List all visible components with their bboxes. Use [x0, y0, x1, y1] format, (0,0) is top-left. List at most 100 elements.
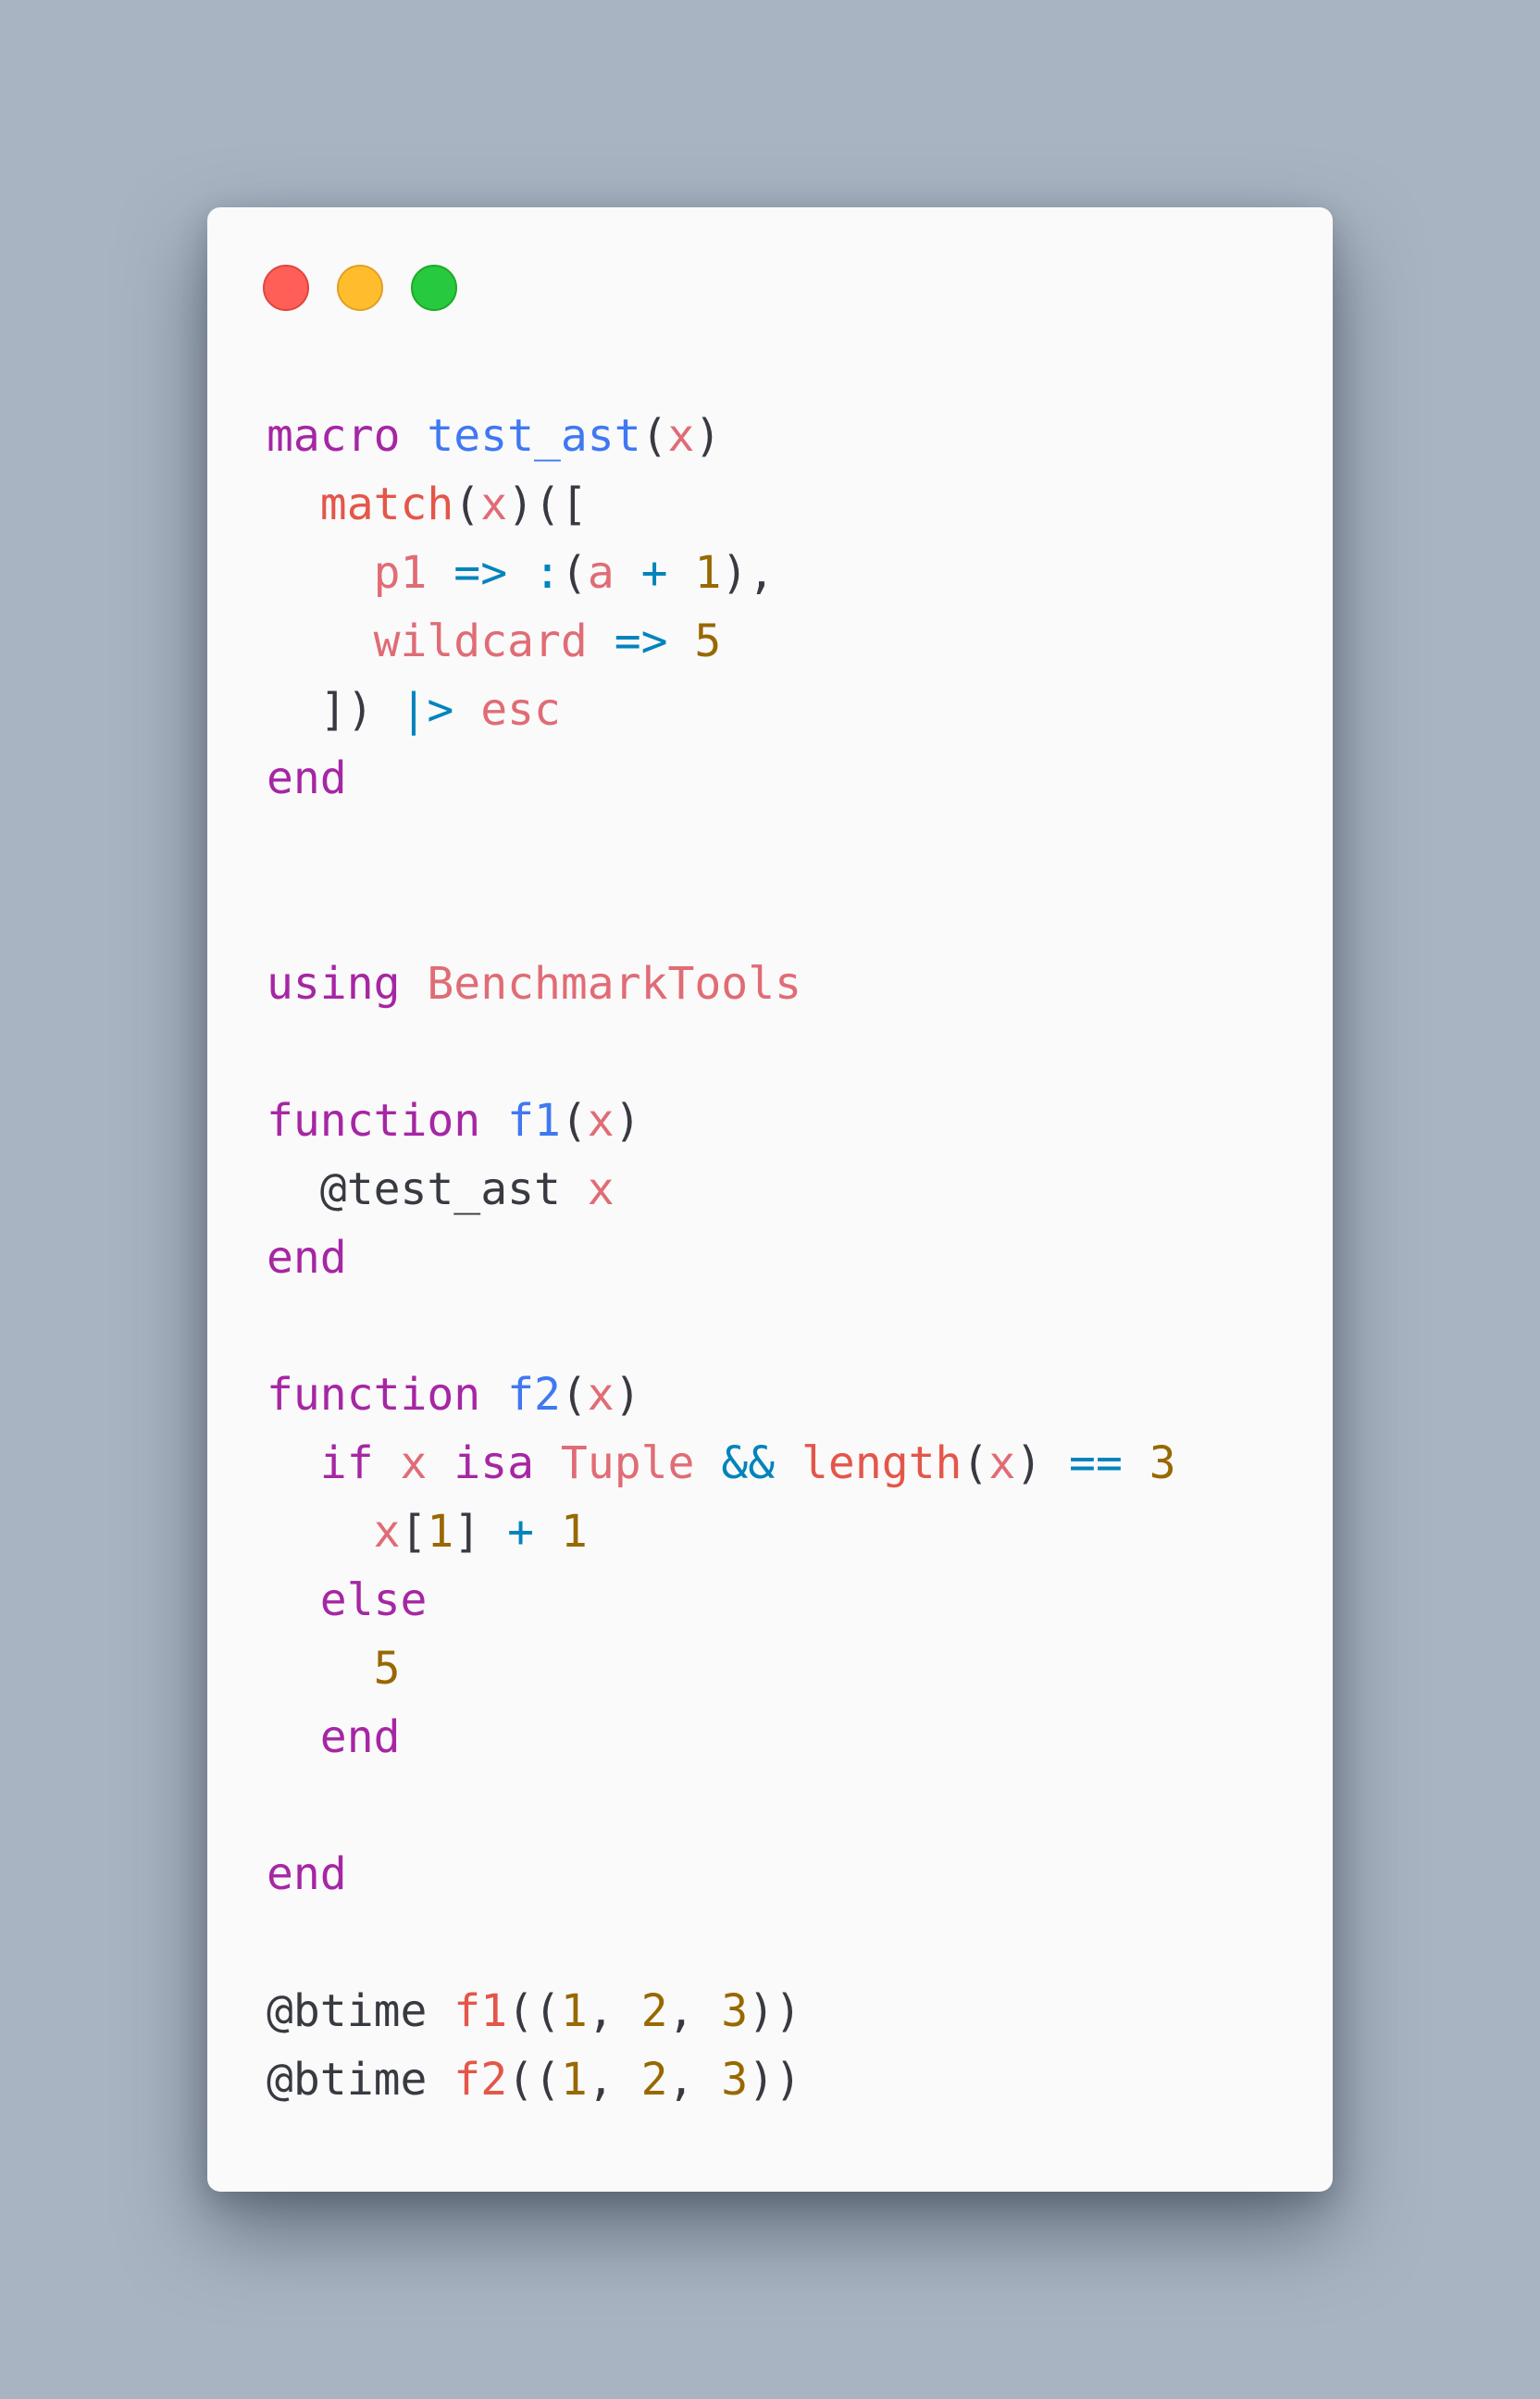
- code-block: macro test_ast(x) match(x)([ p1 => :(a +…: [267, 402, 1176, 2114]
- code-token: if: [319, 1437, 374, 1489]
- code-token: &&: [721, 1437, 776, 1489]
- code-token: 1: [694, 547, 722, 599]
- code-token: (: [560, 1095, 588, 1147]
- code-token: x: [587, 1369, 615, 1421]
- code-token: ): [1015, 1437, 1043, 1489]
- code-token: )): [748, 2054, 801, 2106]
- code-token: +: [507, 1506, 535, 1558]
- code-token: function: [267, 1369, 481, 1421]
- close-control[interactable]: [263, 265, 309, 311]
- code-token: ): [614, 1369, 641, 1421]
- code-line: end: [267, 1840, 1176, 1908]
- code-token: ): [694, 410, 722, 462]
- code-token: 1: [560, 2054, 588, 2106]
- code-token: using: [267, 958, 401, 1010]
- code-line: wildcard => 5: [267, 607, 1176, 676]
- code-token: )): [748, 1985, 801, 2037]
- code-token: match: [319, 479, 454, 530]
- code-token: test_ast: [427, 410, 641, 462]
- code-token: f1: [453, 1985, 508, 2037]
- code-token: f2: [507, 1369, 561, 1421]
- code-token: p1: [373, 547, 428, 599]
- code-token: x: [667, 410, 695, 462]
- code-token: @btime: [267, 1985, 428, 2037]
- code-token: ),: [721, 547, 776, 599]
- code-token: end: [267, 752, 347, 804]
- code-token: ==: [1069, 1437, 1123, 1489]
- code-line: end: [267, 744, 1176, 813]
- code-token: 1: [560, 1985, 588, 2037]
- code-line: if x isa Tuple && length(x) == 3: [267, 1429, 1176, 1498]
- code-line: x[1] + 1: [267, 1498, 1176, 1566]
- code-token: 5: [373, 1643, 401, 1695]
- code-token: ,: [587, 1985, 641, 2037]
- zoom-control[interactable]: [411, 265, 457, 311]
- code-token: |>: [400, 684, 454, 736]
- code-token: end: [267, 1848, 347, 1900]
- code-token: end: [319, 1711, 401, 1763]
- code-token: x: [988, 1437, 1016, 1489]
- code-token: x: [587, 1163, 615, 1215]
- code-token: x: [480, 479, 508, 530]
- code-token: =>: [453, 547, 508, 599]
- code-token: [: [400, 1506, 428, 1558]
- code-line: function f1(x): [267, 1087, 1176, 1155]
- code-token: a: [587, 547, 615, 599]
- code-token: ,: [667, 1985, 722, 2037]
- code-line: ]) |> esc: [267, 676, 1176, 744]
- code-token: Tuple: [560, 1437, 695, 1489]
- code-token: ]: [453, 1506, 481, 1558]
- code-token: 2: [640, 2054, 668, 2106]
- code-token: 5: [694, 615, 722, 667]
- code-token: macro: [267, 410, 401, 462]
- code-token: x: [373, 1506, 401, 1558]
- code-token: 3: [721, 1985, 749, 2037]
- minimize-control[interactable]: [337, 265, 383, 311]
- code-token: (: [560, 547, 588, 599]
- code-token: isa: [453, 1437, 535, 1489]
- code-token: x: [587, 1095, 615, 1147]
- code-token: 3: [1149, 1437, 1176, 1489]
- code-token: wildcard: [373, 615, 588, 667]
- window-controls: [263, 265, 457, 311]
- code-token: @test_ast: [319, 1163, 561, 1215]
- code-token: (: [640, 410, 668, 462]
- code-window: macro test_ast(x) match(x)([ p1 => :(a +…: [207, 207, 1333, 2192]
- code-line: macro test_ast(x): [267, 402, 1176, 470]
- code-token: f2: [453, 2054, 508, 2106]
- code-token: ,: [587, 2054, 641, 2106]
- code-line: end: [267, 1224, 1176, 1292]
- code-token: end: [267, 1232, 347, 1284]
- code-token: (: [962, 1437, 989, 1489]
- code-token: +: [640, 547, 668, 599]
- code-token: else: [319, 1574, 428, 1626]
- code-token: (: [560, 1369, 588, 1421]
- code-token: 2: [640, 1985, 668, 2037]
